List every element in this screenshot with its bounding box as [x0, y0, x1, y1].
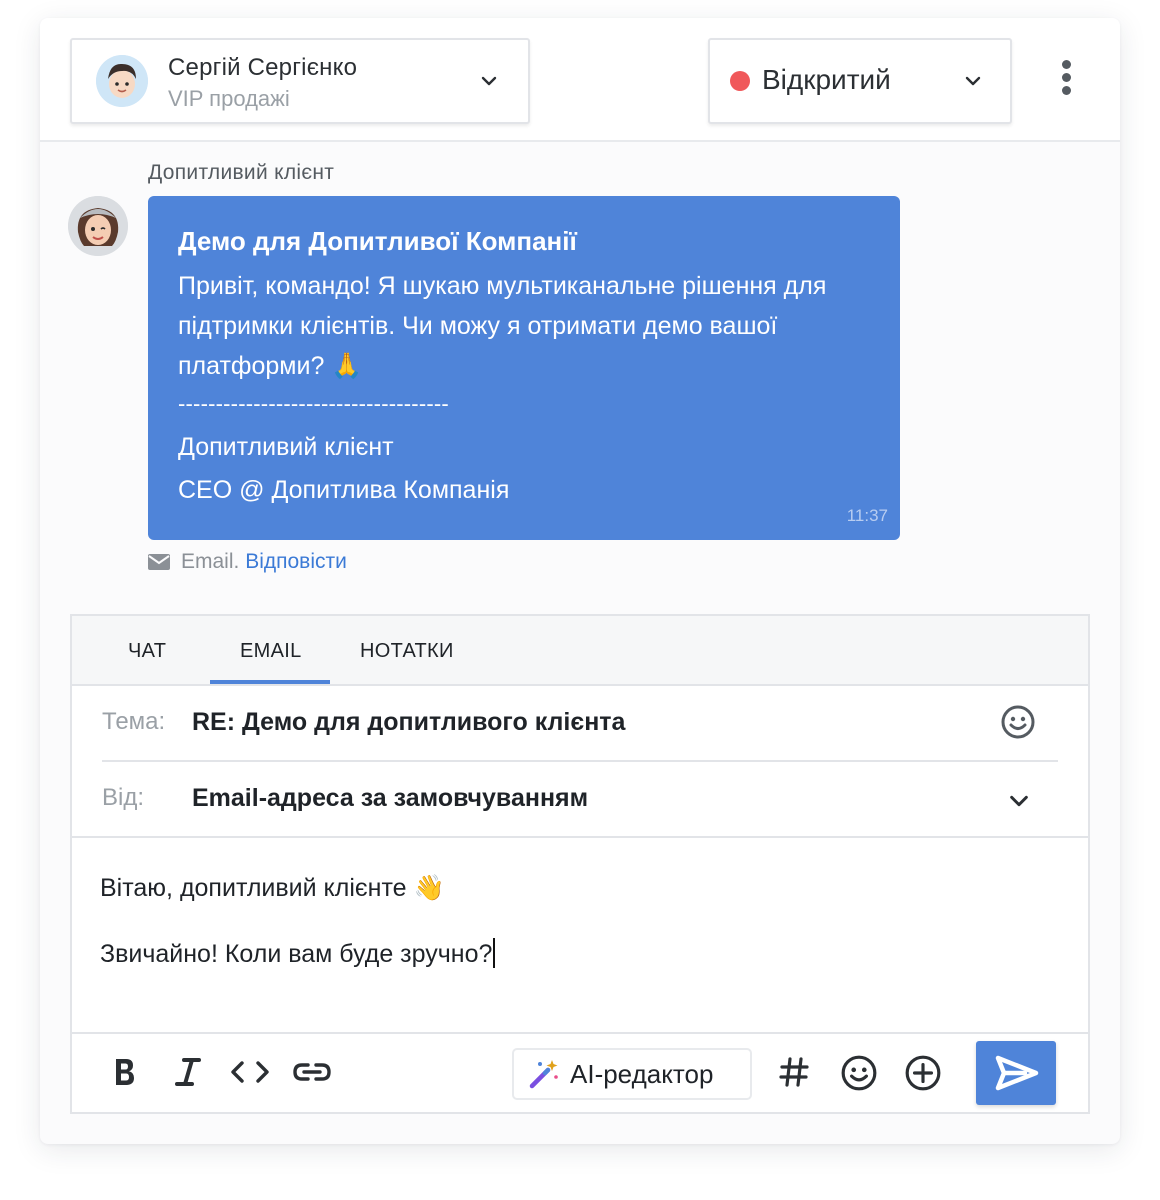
- text-caret: [493, 938, 496, 968]
- kebab-menu-icon[interactable]: [1058, 60, 1074, 100]
- link-icon[interactable]: [292, 1058, 332, 1086]
- status-dot: [730, 71, 750, 91]
- assignee-name: Сергій Сергієнко: [168, 54, 358, 81]
- editor-line-body[interactable]: Звичайно! Коли вам буде зручно?: [100, 938, 496, 969]
- chevron-down-icon: [965, 76, 981, 86]
- mail-icon: [148, 554, 170, 570]
- editor-separator: [72, 836, 1088, 838]
- message-time: 11:37: [846, 506, 888, 525]
- hashtag-icon[interactable]: [778, 1056, 810, 1088]
- emoji-icon[interactable]: [840, 1054, 878, 1092]
- italic-icon[interactable]: [174, 1056, 202, 1088]
- signature-name: Допитливий клієнт: [178, 433, 394, 461]
- conversation-panel: Сергій Сергієнко VIP продажі Відкритий Д…: [40, 18, 1120, 1144]
- editor-body-text: Звичайно! Коли вам буде зручно?: [100, 940, 493, 968]
- message-sender: Допитливий клієнт: [148, 161, 335, 184]
- assignee-team: VIP продажі: [168, 86, 290, 111]
- status-dropdown[interactable]: Відкритий: [708, 38, 1012, 124]
- message-channel: Email. Відповісти: [181, 550, 347, 574]
- subject-input[interactable]: RE: Демо для допитливого клієнта: [192, 708, 625, 737]
- tab-notes[interactable]: НОТАТКИ: [360, 640, 454, 663]
- incoming-message-bubble: Демо для Допитливої Компанії Привіт, ком…: [148, 196, 900, 540]
- magic-wand-icon: [529, 1060, 558, 1089]
- code-icon[interactable]: [230, 1058, 270, 1086]
- field-separator: [102, 760, 1058, 762]
- message-subject: Демо для Допитливої Компанії: [178, 226, 577, 256]
- toolbar-separator: [72, 1032, 1088, 1034]
- signature-divider: ------------------------------------: [178, 391, 449, 416]
- send-icon: [995, 1055, 1039, 1091]
- channel-label: Email.: [181, 550, 240, 573]
- send-button[interactable]: [976, 1041, 1056, 1105]
- ai-editor-button[interactable]: AI-редактор: [512, 1048, 752, 1100]
- chevron-down-icon[interactable]: [1008, 790, 1030, 812]
- from-select[interactable]: Email-адреса за замовчуванням: [192, 784, 588, 813]
- status-label: Відкритий: [762, 64, 891, 95]
- subject-label: Тема:: [102, 708, 166, 735]
- tab-chat[interactable]: ЧАТ: [128, 640, 166, 663]
- add-circle-icon[interactable]: [904, 1054, 942, 1092]
- from-label: Від:: [102, 784, 145, 811]
- ai-editor-label: AI-редактор: [570, 1059, 714, 1089]
- bold-icon[interactable]: [112, 1056, 138, 1088]
- chevron-down-icon: [481, 76, 497, 86]
- agent-avatar: [96, 55, 148, 107]
- assignee-dropdown[interactable]: Сергій Сергієнко VIP продажі: [70, 38, 530, 124]
- message-body: Привіт, командо! Я шукаю мультиканальне …: [178, 272, 827, 380]
- active-tab-indicator: [210, 680, 330, 684]
- editor-line-greeting[interactable]: Вітаю, допитливий клієнте 👋: [100, 874, 445, 903]
- emoji-icon[interactable]: [1000, 704, 1036, 740]
- tab-email[interactable]: EMAIL: [240, 640, 302, 663]
- reply-composer: ЧАТ EMAIL НОТАТКИ Тема: RE: Демо для доп…: [70, 614, 1090, 1114]
- conversation-header: Сергій Сергієнко VIP продажі Відкритий: [40, 18, 1120, 142]
- client-avatar: [68, 196, 128, 256]
- signature-title: CEO @ Допитлива Компанія: [178, 476, 510, 504]
- composer-tabs: ЧАТ EMAIL НОТАТКИ: [72, 616, 1088, 686]
- reply-link[interactable]: Відповісти: [245, 550, 347, 573]
